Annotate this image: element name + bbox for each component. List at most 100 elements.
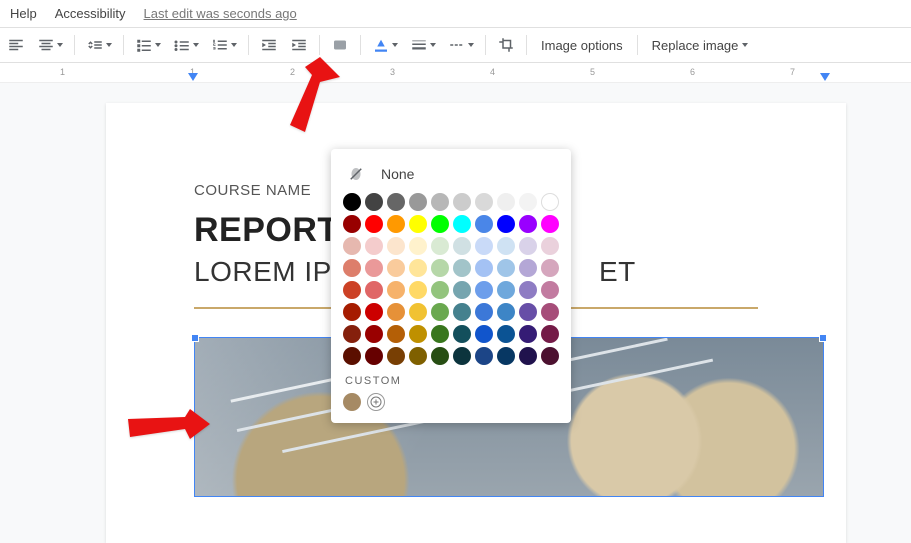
bulleted-list-button[interactable] [168,31,204,59]
color-swatch[interactable] [387,215,405,233]
clear-formatting-button[interactable] [326,31,354,59]
color-swatch[interactable] [541,259,559,277]
color-swatch[interactable] [343,281,361,299]
color-swatch[interactable] [431,347,449,365]
color-swatch[interactable] [541,347,559,365]
color-swatch[interactable] [365,259,383,277]
color-swatch[interactable] [387,347,405,365]
color-swatch[interactable] [409,215,427,233]
color-swatch[interactable] [431,325,449,343]
image-options-button[interactable]: Image options [533,31,631,59]
color-swatch[interactable] [409,193,427,211]
edit-status[interactable]: Last edit was seconds ago [144,6,297,21]
ruler[interactable]: 1 1 2 3 4 5 6 7 [0,63,911,83]
color-swatch[interactable] [365,193,383,211]
custom-color-swatch[interactable] [343,393,361,411]
color-swatch[interactable] [475,347,493,365]
color-swatch[interactable] [497,259,515,277]
color-swatch[interactable] [519,215,537,233]
color-swatch[interactable] [453,237,471,255]
color-swatch[interactable] [497,325,515,343]
ruler-left-margin-icon[interactable] [188,73,198,81]
crop-button[interactable] [492,31,520,59]
color-swatch[interactable] [365,347,383,365]
color-swatch[interactable] [453,193,471,211]
line-spacing-button[interactable] [81,31,117,59]
color-swatch[interactable] [519,325,537,343]
color-swatch[interactable] [409,347,427,365]
color-swatch[interactable] [541,325,559,343]
color-swatch[interactable] [409,303,427,321]
ruler-right-margin-icon[interactable] [820,73,830,81]
color-swatch[interactable] [387,259,405,277]
color-swatch[interactable] [343,303,361,321]
color-swatch[interactable] [343,259,361,277]
align-dropdown[interactable] [32,31,68,59]
color-swatch[interactable] [431,215,449,233]
color-swatch[interactable] [519,237,537,255]
color-swatch[interactable] [541,237,559,255]
color-swatch[interactable] [497,237,515,255]
color-swatch[interactable] [365,303,383,321]
menu-accessibility[interactable]: Accessibility [55,6,126,21]
color-swatch[interactable] [365,215,383,233]
numbered-list-button[interactable] [206,31,242,59]
color-swatch[interactable] [519,281,537,299]
checklist-button[interactable] [130,31,166,59]
color-swatch[interactable] [541,281,559,299]
color-swatch[interactable] [343,347,361,365]
align-left-button[interactable] [2,31,30,59]
color-swatch[interactable] [409,281,427,299]
color-swatch[interactable] [453,281,471,299]
replace-image-button[interactable]: Replace image [644,31,757,59]
color-swatch[interactable] [409,237,427,255]
color-swatch[interactable] [519,347,537,365]
increase-indent-button[interactable] [285,31,313,59]
color-swatch[interactable] [519,193,537,211]
border-color-button[interactable] [367,31,403,59]
color-swatch[interactable] [365,237,383,255]
color-swatch[interactable] [387,303,405,321]
color-swatch[interactable] [365,325,383,343]
color-swatch[interactable] [387,325,405,343]
color-swatch[interactable] [497,347,515,365]
color-swatch[interactable] [387,237,405,255]
color-swatch[interactable] [475,259,493,277]
color-swatch[interactable] [387,281,405,299]
color-swatch[interactable] [343,237,361,255]
color-swatch[interactable] [541,303,559,321]
resize-handle-icon[interactable] [191,334,199,342]
resize-handle-icon[interactable] [819,334,827,342]
color-swatch[interactable] [431,237,449,255]
color-swatch[interactable] [453,215,471,233]
color-swatch[interactable] [475,193,493,211]
color-swatch[interactable] [431,193,449,211]
color-swatch[interactable] [431,303,449,321]
color-swatch[interactable] [453,347,471,365]
color-swatch[interactable] [475,237,493,255]
add-custom-color-button[interactable] [367,393,385,411]
color-swatch[interactable] [475,215,493,233]
border-weight-button[interactable] [405,31,441,59]
color-swatch[interactable] [475,281,493,299]
color-swatch[interactable] [409,325,427,343]
color-swatch[interactable] [409,259,427,277]
color-swatch[interactable] [453,325,471,343]
color-swatch[interactable] [497,303,515,321]
color-swatch[interactable] [497,193,515,211]
decrease-indent-button[interactable] [255,31,283,59]
color-swatch[interactable] [431,259,449,277]
color-swatch[interactable] [519,259,537,277]
color-swatch[interactable] [453,259,471,277]
color-swatch[interactable] [519,303,537,321]
color-swatch[interactable] [343,325,361,343]
color-swatch[interactable] [475,303,493,321]
color-swatch[interactable] [343,215,361,233]
color-swatch[interactable] [475,325,493,343]
color-none-option[interactable]: None [343,159,559,193]
color-swatch[interactable] [387,193,405,211]
color-swatch[interactable] [365,281,383,299]
color-swatch[interactable] [541,215,559,233]
color-swatch[interactable] [343,193,361,211]
color-swatch[interactable] [497,215,515,233]
